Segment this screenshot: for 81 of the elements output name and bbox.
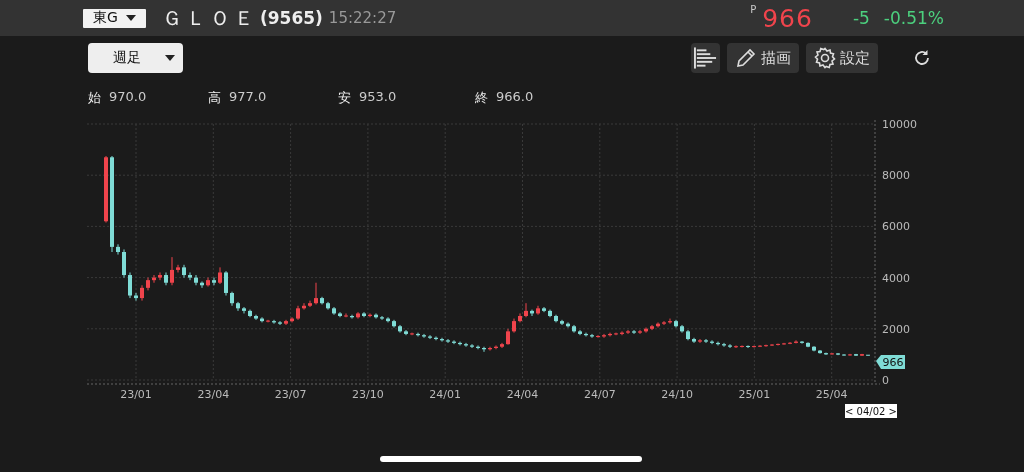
caret-icon [165,55,175,61]
current-price: 966 [762,3,813,33]
y-axis-label: 2000 [882,322,910,336]
candlestick [116,243,120,256]
stock-code: (9565) [260,8,323,28]
stock-name: ＧＬＯＥ [162,4,258,32]
caret-icon [125,15,136,21]
ohlc-label: 終 [475,89,488,107]
y-axis-label: 4000 [882,271,910,285]
candlestick [524,302,528,318]
candlestick [626,329,630,335]
candlestick [698,338,702,344]
candlestick [176,264,180,273]
candlestick [188,271,192,281]
ohlc-label: 安 [338,89,351,107]
candlestick [470,343,474,349]
y-axis-label: 6000 [882,220,910,234]
candlestick [194,274,198,286]
candlestick [356,311,360,320]
candlestick [788,341,792,345]
candlestick [638,329,642,335]
candlestick [446,338,450,344]
candlestick [344,312,348,318]
bars-icon [694,47,717,69]
candlestick [158,271,162,281]
x-axis-label: 23/07 [274,388,307,401]
ohlc-value: 977.0 [229,89,267,106]
settings-button[interactable]: 設定 [806,43,878,73]
x-axis-label: 24/04 [506,388,539,401]
settings-icon [814,47,836,69]
y-axis-label: 0 [882,374,889,387]
candlestick [758,344,762,348]
y-axis-label: 8000 [882,169,910,183]
x-axis-label: 23/04 [197,388,230,401]
candlestick [830,352,834,356]
candlestick [842,353,846,357]
candlestick [122,248,126,279]
candlestick [728,343,732,349]
change-percent: -0.51% [883,8,944,28]
x-axis-label: 23/10 [352,388,384,401]
candlestick [242,306,246,314]
candlestick [212,277,216,286]
candlestick [278,320,282,326]
volume-profile-button[interactable] [691,43,720,73]
candlestick [770,343,774,347]
y-axis-label: 10000 [882,118,917,131]
x-axis-label: 24/10 [661,388,693,401]
x-axis-label: 23/01 [120,388,152,401]
candlestick [704,338,708,344]
last-price-tag: 966 [876,355,905,369]
candlestick [314,282,318,305]
candlestick [308,300,312,308]
candlestick [428,334,432,340]
candlestick [740,344,744,348]
x-axis-label: 24/07 [583,388,616,401]
candlestick [662,320,666,326]
price-change: -5 [852,8,870,28]
x-axis-label: 25/04 [815,388,848,401]
candlestick [782,342,786,346]
draw-button[interactable]: 描画 [727,43,799,73]
pencil-icon [735,47,757,69]
candlestick [170,256,174,286]
candlestick [380,315,384,321]
candlestick [848,353,852,357]
ohlc-value: 953.0 [359,89,397,106]
ohlc-label: 始 [88,89,101,107]
refresh-icon[interactable] [912,48,932,68]
x-axis-label: 24/01 [429,388,462,401]
candlestick [224,270,228,297]
ohlc-value: 970.0 [109,89,147,106]
x-axis-label: 25/01 [738,388,771,401]
candlestick [128,271,132,299]
candlestick [764,344,768,348]
period-dropdown[interactable]: 週足 [88,43,183,73]
market-dropdown[interactable]: 東G [83,8,146,28]
candlestick [632,329,636,335]
ohlc-label: 高 [208,89,221,107]
cursor-date-label[interactable]: < 04/02 > [845,404,897,418]
price-mark: P [750,4,757,15]
update-time: 15:22:27 [328,9,397,27]
ohlc-value: 966.0 [496,89,534,106]
